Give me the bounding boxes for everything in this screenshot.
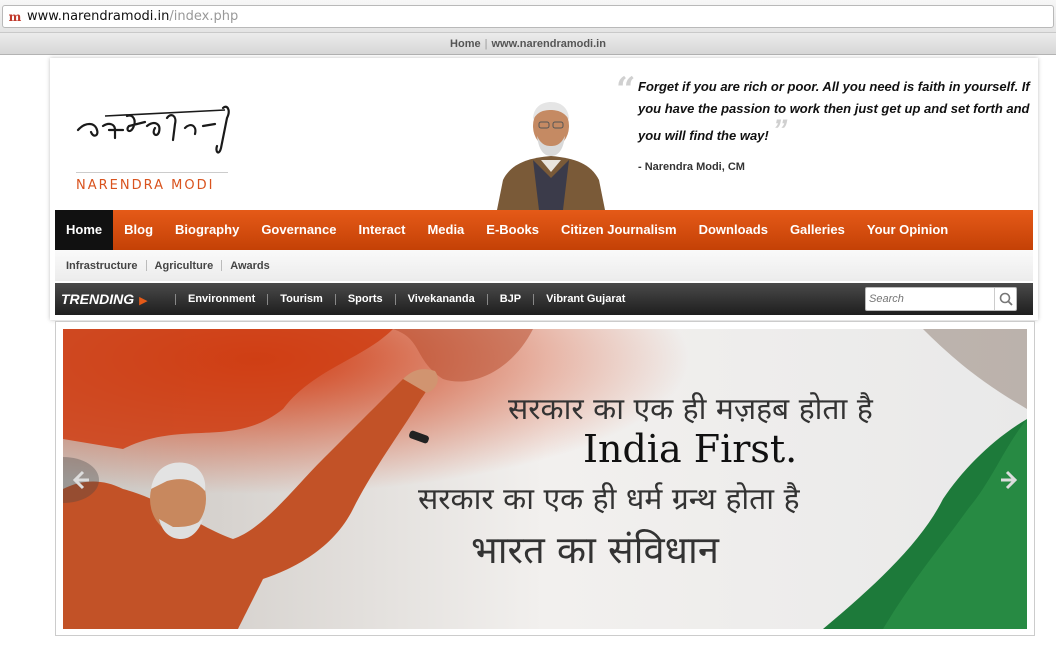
browser-address-bar: m www.narendramodi.in/index.php [0, 0, 1056, 33]
nav-item-biography[interactable]: Biography [164, 210, 250, 250]
nav-item-citizen-journalism[interactable]: Citizen Journalism [550, 210, 688, 250]
hero-slider: सरकार का एक ही मज़हब होता है India First… [55, 321, 1035, 636]
nav-item-media[interactable]: Media [416, 210, 475, 250]
slider-next-button[interactable] [991, 457, 1027, 503]
slide-headline-4: भारत का संविधान [471, 528, 719, 572]
subnav-divider [221, 260, 223, 271]
nav-item-blog[interactable]: Blog [113, 210, 164, 250]
url-domain: www.narendramodi.in [27, 9, 170, 24]
trending-item-environment[interactable]: Environment [175, 293, 267, 305]
title-separator: | [484, 38, 488, 50]
close-quote-icon: ” [772, 114, 788, 147]
trending-item-bjp[interactable]: BJP [486, 293, 533, 305]
nav-item-your-opinion[interactable]: Your Opinion [856, 210, 959, 250]
nav-item-galleries[interactable]: Galleries [779, 210, 856, 250]
search-box [865, 287, 1017, 311]
chevron-left-icon [63, 457, 99, 503]
slide-headline-1: सरकार का एक ही मज़हब होता है [508, 392, 873, 427]
url-text[interactable]: www.narendramodi.in/index.php [27, 9, 238, 25]
url-field[interactable]: m www.narendramodi.in/index.php [2, 5, 1054, 28]
search-input[interactable] [869, 291, 991, 307]
site-favicon-icon: m [8, 10, 22, 24]
site-logo[interactable]: NARENDRA MODI [75, 86, 235, 193]
chevron-right-icon [1001, 470, 1018, 490]
slide-headline-2: India First. [583, 427, 798, 471]
trending-label: TRENDING ▶ [55, 291, 175, 307]
subnav-item-awards[interactable]: Awards [226, 260, 274, 272]
slider-prev-button[interactable] [63, 457, 99, 503]
nav-item-interact[interactable]: Interact [347, 210, 416, 250]
trending-item-vivekananda[interactable]: Vivekananda [394, 293, 487, 305]
trending-item-tourism[interactable]: Tourism [267, 293, 335, 305]
quote-text: Forget if you are rich or poor. All you … [638, 76, 1030, 147]
signature-logo-icon [76, 105, 230, 154]
url-path: /index.php [169, 9, 239, 24]
quote-author: - Narendra Modi, CM [638, 161, 745, 173]
search-button[interactable] [994, 288, 1016, 310]
open-quote-icon: “ [616, 70, 636, 110]
trending-label-text: TRENDING [61, 291, 135, 307]
trending-item-sports[interactable]: Sports [334, 293, 395, 305]
play-arrow-icon: ▶ [139, 295, 148, 307]
nav-item-home[interactable]: Home [55, 210, 114, 250]
sub-navigation: Infrastructure Agriculture Awards [55, 250, 1033, 281]
trending-bar: TRENDING ▶ Environment Tourism Sports Viv… [55, 283, 1033, 315]
quote-body: Forget if you are rich or poor. All you … [638, 79, 1030, 143]
nav-item-downloads[interactable]: Downloads [688, 210, 779, 250]
subnav-item-infrastructure[interactable]: Infrastructure [62, 260, 142, 272]
slide-headline-3: सरकार का एक ही धर्म ग्रन्थ होता है [418, 482, 800, 517]
slide-banner[interactable]: सरकार का एक ही मज़हब होता है India First… [63, 329, 1027, 629]
main-navigation: Home Blog Biography Governance Interact … [55, 210, 1033, 250]
title-site: www.narendramodi.in [491, 38, 606, 50]
logo-divider [76, 172, 228, 173]
subnav-divider [145, 260, 147, 271]
site-header: NARENDRA MODI “ Forget if you are rich o… [50, 58, 1038, 320]
nav-item-governance[interactable]: Governance [250, 210, 347, 250]
subnav-item-agriculture[interactable]: Agriculture [151, 260, 218, 272]
search-icon [999, 292, 1013, 306]
portrait-image [497, 98, 605, 210]
logo-name-text: NARENDRA MODI [76, 178, 215, 193]
trending-item-vibrant-gujarat[interactable]: Vibrant Gujarat [533, 293, 637, 305]
title-home: Home [450, 38, 481, 50]
slide-caption: सरकार का एक ही मज़हब होता है India First… [63, 329, 1027, 629]
nav-item-ebooks[interactable]: E-Books [475, 210, 550, 250]
window-title-bar: Home | www.narendramodi.in [0, 33, 1056, 55]
